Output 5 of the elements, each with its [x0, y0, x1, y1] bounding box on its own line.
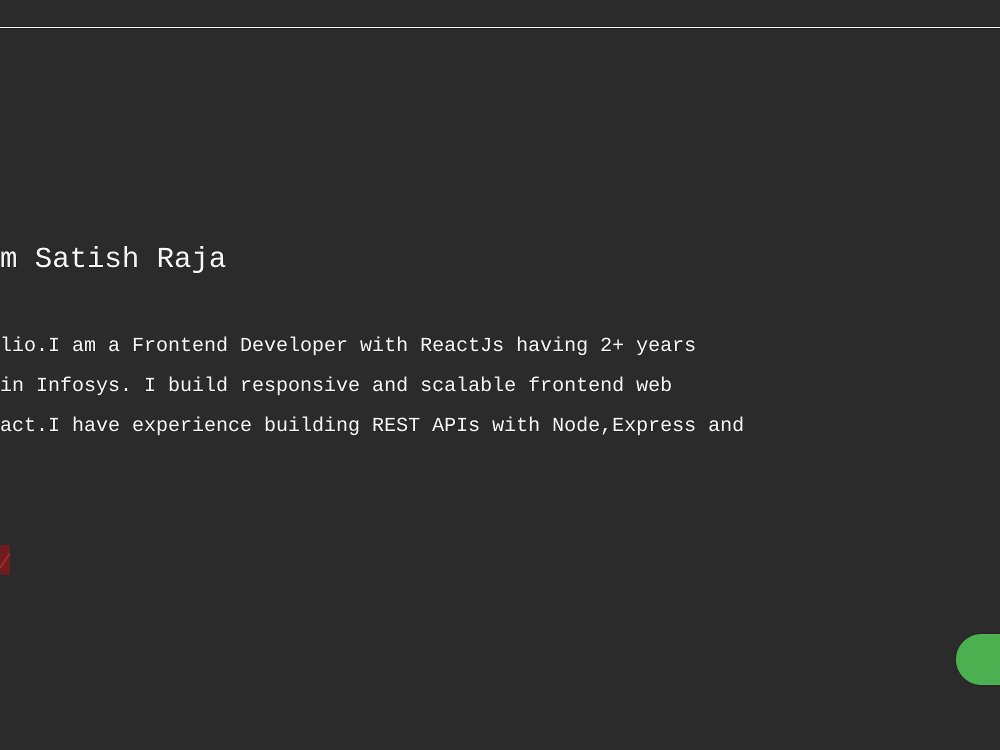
floating-button[interactable]	[956, 634, 1000, 685]
intro-text-line: lio.I am a Frontend Developer with ReactJs having 2+ years	[0, 334, 698, 360]
intro-text-line: act.I have experience building REST APIs with Node,Express and	[0, 414, 744, 440]
intro-text-line: in Infosys. I build responsive and scalable frontend web	[0, 374, 674, 400]
hero-heading: m Satish Raja	[0, 242, 226, 277]
